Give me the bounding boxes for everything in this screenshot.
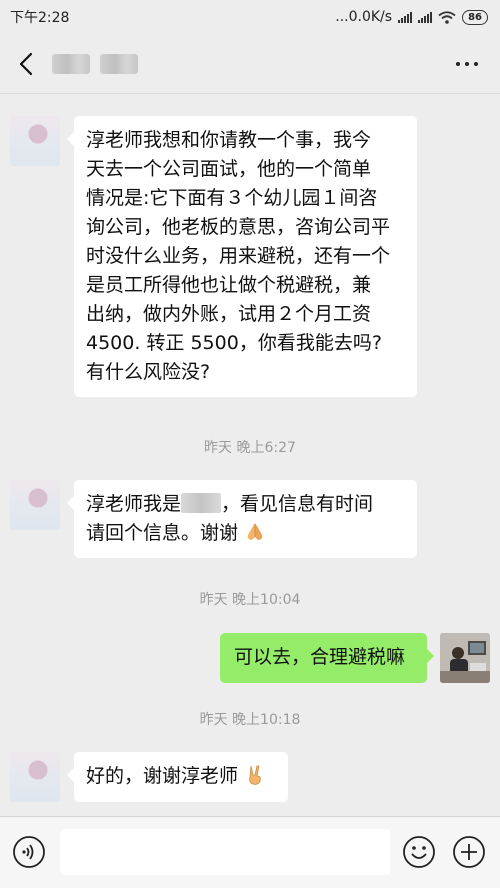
message-bubble-received[interactable]: 淳老师我是 ，看见信息有时间 请回个信息。谢谢 (67, 480, 417, 558)
status-time: 下午2:28 (10, 10, 70, 26)
my-avatar[interactable] (440, 633, 490, 683)
signal-icon (398, 11, 413, 23)
message-line: 时没什么业务，用来避税，还有一个 (86, 245, 391, 267)
contact-avatar[interactable] (10, 480, 60, 530)
folded-hands-icon (247, 523, 263, 540)
message-line: 请回个信息。谢谢 (86, 519, 405, 548)
message-bubble-received[interactable]: 好的，谢谢淳老师 (67, 752, 288, 802)
chat-header (0, 34, 500, 94)
message-line: 有什么风险没? (86, 361, 211, 383)
input-bar (0, 816, 500, 888)
emoji-button[interactable] (402, 835, 436, 869)
contact-name-blurred (52, 53, 138, 74)
voice-button[interactable] (12, 835, 46, 869)
network-speed: ...0.0K/s (335, 9, 393, 25)
contact-avatar[interactable] (10, 752, 60, 802)
message-bubble-sent[interactable]: 可以去，合理避税嘛 (220, 633, 434, 683)
more-dots-icon (456, 62, 460, 66)
message-line: 情况是:它下面有３个幼儿园１间咨 (86, 187, 378, 209)
back-button[interactable] (0, 34, 52, 94)
message-line: 询公司，他老板的意思，咨询公司平 (86, 216, 391, 238)
message-line: 淳老师我想和你请教一个事，我今 (86, 129, 372, 151)
timestamp: 昨天 晚上6:27 (204, 440, 296, 456)
message-line: 好的，谢谢淳老师 (86, 762, 276, 791)
emoji-icon (403, 836, 435, 868)
message-line: 出纳，做内外账，试用２个月工资 (86, 303, 372, 325)
plus-icon (453, 836, 485, 868)
message-bubble-received[interactable]: 淳老师我想和你请教一个事，我今 天去一个公司面试，他的一个简单 情况是:它下面有… (67, 116, 417, 397)
contact-avatar[interactable] (10, 116, 60, 166)
plus-button[interactable] (452, 835, 486, 869)
status-bar: 下午2:28 ...0.0K/s 86 (0, 0, 500, 34)
message-line: 是员工所得他也让做个税避税，兼 (86, 274, 372, 296)
avatar-photo (440, 633, 490, 683)
victory-hand-icon (249, 765, 261, 785)
message-input[interactable] (60, 829, 390, 875)
timestamp: 昨天 晚上10:04 (199, 592, 301, 608)
message-line: 淳老师我是 ，看见信息有时间 (86, 493, 374, 515)
message-line: 天去一个公司面试，他的一个简单 (86, 158, 372, 180)
wifi-icon (438, 10, 456, 24)
status-icons: ...0.0K/s 86 (335, 9, 488, 25)
timestamp: 昨天 晚上10:18 (199, 712, 301, 728)
message-text: 可以去，合理避税嘛 (234, 646, 406, 668)
signal-icon-2 (418, 11, 433, 23)
voice-icon (13, 836, 45, 868)
more-button[interactable] (456, 34, 478, 94)
battery-indicator: 86 (462, 9, 488, 25)
blurred-name (181, 493, 222, 513)
message-line: 4500. 转正 5500，你看我能去吗? (86, 332, 382, 354)
chevron-left-icon (19, 52, 33, 75)
